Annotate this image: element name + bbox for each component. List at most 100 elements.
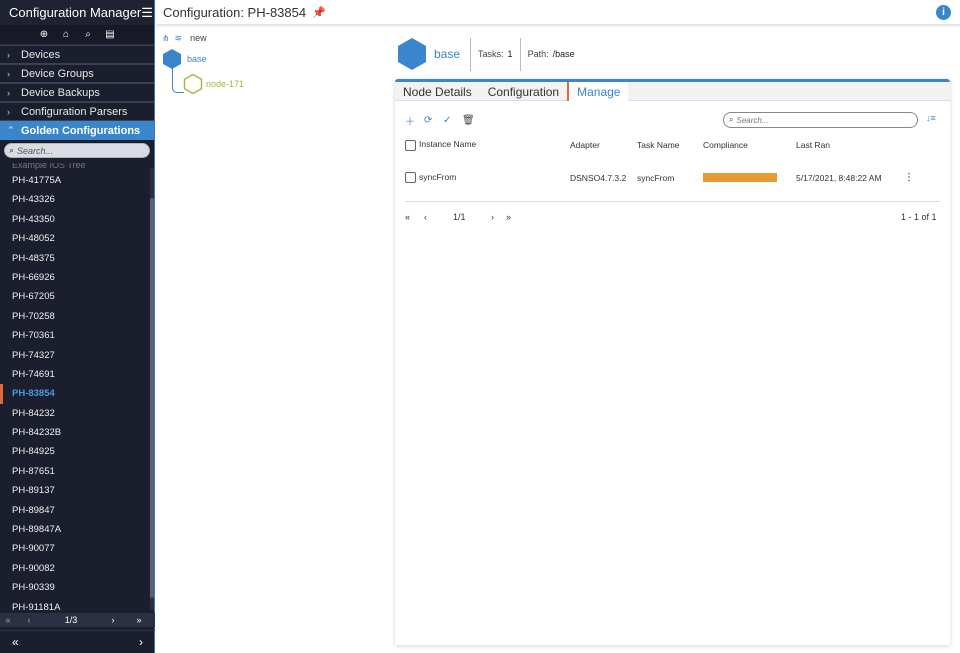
page-indicator: 1/3 [64,615,78,625]
first-page-icon[interactable]: « [0,615,16,625]
next-page-icon[interactable]: › [100,615,126,625]
kebab-menu-icon[interactable]: ⋮ [904,172,914,183]
node-path: Path:/base [527,49,575,59]
scrollbar-thumb[interactable] [150,198,154,598]
tree-node-base[interactable]: base [162,48,207,70]
list-item[interactable]: PH-43350 [0,210,150,229]
prev-page-icon[interactable]: ‹ [424,212,427,222]
collapse-sidebar-icon[interactable]: « [12,635,19,649]
tab-node-details[interactable]: Node Details [395,82,480,101]
table-pager: « ‹ 1/1 › » 1 - 1 of 1 [405,202,940,232]
list-item[interactable]: PH-43326 [0,190,150,209]
category-devices[interactable]: › Devices [0,45,154,64]
search-icon: ⌕ [9,145,15,155]
list-item[interactable]: PH-90077 [0,539,150,558]
column-instance-name[interactable]: Instance Name [405,135,570,155]
category-device-groups[interactable]: › Device Groups [0,64,154,83]
list-item[interactable]: PH-83854 [0,384,150,404]
chevron-right-icon: › [7,49,10,60]
hamburger-icon[interactable]: ☰ [141,5,153,21]
page-title: Configuration: PH-83854 [163,4,307,20]
search-icon[interactable]: ⌕ [82,29,94,40]
column-actions [904,135,940,155]
new-node-link[interactable]: new [190,33,207,43]
cell-adapter: DSNSO4.7.3.2 [570,155,637,202]
manage-search-input[interactable]: ⌕ Search... [723,112,918,128]
list-item[interactable]: PH-87651 [0,462,150,481]
list-item[interactable]: PH-84232B [0,423,150,442]
add-circle-icon[interactable]: ⊕ [38,29,50,40]
expand-icon[interactable]: › [139,635,143,649]
list-item[interactable]: PH-90339 [0,578,150,597]
sidebar-scrollbar[interactable] [150,168,154,610]
list-item[interactable]: PH-74327 [0,346,150,365]
chevron-right-icon: › [7,87,10,98]
sidebar-search-input[interactable]: ⌕ Search... [4,143,150,158]
category-golden-configurations[interactable]: ⌃ Golden Configurations [0,121,154,140]
next-page-icon[interactable]: › [491,212,494,222]
list-item[interactable]: PH-84232 [0,404,150,423]
category-configuration-parsers[interactable]: › Configuration Parsers [0,102,154,121]
record-range: 1 - 1 of 1 [901,211,937,222]
list-item[interactable]: PH-91181A [0,598,150,614]
list-item[interactable]: Example IOS Tree [0,163,150,171]
hexagon-outline-icon [183,73,203,95]
check-circle-icon[interactable]: ✓ [443,115,462,126]
manage-toolbar: ＋ ⟳ ✓ 🗑 ⌕ Search... ↓≡ [405,109,940,131]
node-panel: Node Details Configuration Manage ＋ ⟳ ✓ … [395,79,950,645]
table-row[interactable]: syncFrom DSNSO4.7.3.2 syncFrom 5/17/2021… [405,155,940,202]
chevron-down-icon: ⌃ [7,125,15,135]
last-page-icon[interactable]: » [506,212,511,222]
list-item[interactable]: PH-89847A [0,520,150,539]
category-device-backups[interactable]: › Device Backups [0,83,154,102]
list-item[interactable]: PH-70258 [0,307,150,326]
list-item[interactable]: PH-89137 [0,481,150,500]
list-item[interactable]: PH-48052 [0,229,150,248]
prev-page-icon[interactable]: ‹ [16,615,42,625]
list-item[interactable]: PH-90082 [0,559,150,578]
select-all-checkbox[interactable] [405,139,416,151]
trash-icon[interactable]: 🗑 [462,115,481,126]
list-item[interactable]: PH-66926 [0,268,150,287]
sort-icon[interactable]: ↓≡ [926,113,936,123]
cell-last-ran: 5/17/2021, 8:48:22 AM [796,155,904,202]
tree-node-child[interactable]: node-171 [183,73,244,95]
document-icon[interactable]: ▤ [104,29,116,40]
column-task-name[interactable]: Task Name [637,135,703,155]
tree-toolbar: ⋔ ≋ new [162,30,387,46]
last-page-icon[interactable]: » [126,615,152,625]
sidebar-toolbar: ⊕ ⌂ ⌕ ▤ [0,25,154,45]
node-header: base Tasks: 1 Path:/base [397,37,582,71]
first-page-icon[interactable]: « [405,212,410,222]
list-item[interactable]: PH-74691 [0,365,150,384]
sidebar-search: ⌕ Search... [0,140,154,162]
main-header: Configuration: PH-83854 📌 i [156,0,960,25]
list-item[interactable]: PH-48375 [0,249,150,268]
hierarchy-icon[interactable]: ⋔ [162,33,170,44]
info-icon[interactable]: i [936,5,951,20]
column-compliance[interactable]: Compliance [703,135,796,155]
tab-manage[interactable]: Manage [567,82,629,101]
layers-icon[interactable]: ≋ [175,33,183,44]
pin-icon[interactable]: 📌 [312,6,326,19]
list-item[interactable]: PH-89847 [0,501,150,520]
list-item[interactable]: PH-84925 [0,442,150,461]
chevron-right-icon: › [7,106,10,117]
app-title: Configuration Manager [9,5,142,20]
list-item[interactable]: PH-67205 [0,287,150,306]
refresh-icon[interactable]: ⟳ [424,115,443,126]
sidebar: Configuration Manager ☰ ⊕ ⌂ ⌕ ▤ › Devices… [0,0,155,653]
home-icon[interactable]: ⌂ [60,29,72,40]
add-icon[interactable]: ＋ [405,113,424,128]
sidebar-header: Configuration Manager ☰ [0,0,154,25]
hexagon-icon [398,38,426,70]
list-item[interactable]: PH-41775A [0,171,150,190]
cell-instance: syncFrom [405,155,570,202]
tab-configuration[interactable]: Configuration [480,82,567,101]
list-item[interactable]: PH-70361 [0,326,150,345]
config-tree: ⋔ ≋ new base node-171 [162,30,387,95]
node-tasks: Tasks: 1 [478,49,513,59]
row-checkbox[interactable] [405,172,416,184]
column-last-ran[interactable]: Last Ran [796,135,904,155]
column-adapter[interactable]: Adapter [570,135,637,155]
